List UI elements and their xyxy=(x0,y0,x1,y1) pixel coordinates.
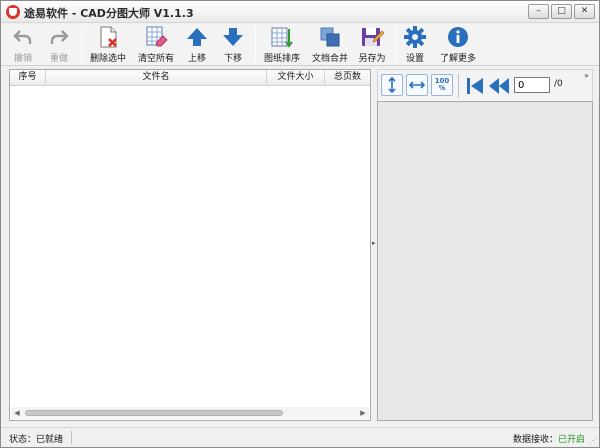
status-text: 状态：已就绪 xyxy=(9,435,64,445)
learn-more-label: 了解更多 xyxy=(439,54,476,64)
preview-area[interactable] xyxy=(377,101,593,421)
column-header-filesize[interactable]: 文件大小 xyxy=(267,70,325,86)
arrow-up-icon xyxy=(187,28,207,46)
app-logo-icon xyxy=(6,5,20,19)
undo-button[interactable]: 撤销 xyxy=(9,24,37,66)
move-up-button[interactable]: 上移 xyxy=(183,24,211,66)
undo-label: 撤销 xyxy=(13,54,32,64)
merge-docs-icon xyxy=(320,27,340,47)
toolbar-divider xyxy=(395,28,396,62)
toolbar-overflow-icon[interactable]: » xyxy=(584,71,589,80)
page-total: /0 xyxy=(554,79,563,89)
undo-icon xyxy=(13,30,32,44)
app-window: 途易软件 - CAD分图大师 V1.1.3 – □ ✕ 撤销 重做 删除选中 清… xyxy=(0,0,600,448)
arrow-down-icon xyxy=(223,28,243,46)
previous-page-icon[interactable] xyxy=(488,76,510,96)
merge-docs-label: 文档合并 xyxy=(311,54,348,64)
fit-height-button[interactable] xyxy=(381,74,403,96)
sort-drawings-label: 图纸排序 xyxy=(263,54,300,64)
move-down-label: 下移 xyxy=(223,54,242,64)
horizontal-scrollbar[interactable]: ◀ ▶ xyxy=(11,407,369,419)
redo-button[interactable]: 重做 xyxy=(45,24,73,66)
scroll-left-icon[interactable]: ◀ xyxy=(13,409,21,417)
resize-grip-icon[interactable]: ⋰ xyxy=(589,436,597,445)
redo-icon xyxy=(50,30,69,44)
gear-icon xyxy=(404,26,426,48)
toolbar-divider xyxy=(255,28,256,62)
fit-width-icon xyxy=(409,81,425,89)
zoom-100-icon: 100 % xyxy=(434,77,450,92)
status-bar: 状态：已就绪 数据接收：已开启 ⋰ xyxy=(1,427,599,447)
panel-splitter[interactable]: ▸ xyxy=(372,69,376,421)
save-as-icon xyxy=(362,28,384,46)
redo-label: 重做 xyxy=(49,54,68,64)
close-button[interactable]: ✕ xyxy=(574,4,595,19)
eraser-table-icon xyxy=(146,26,168,47)
clear-all-label: 清空所有 xyxy=(137,54,174,64)
delete-selected-button[interactable]: 删除选中 xyxy=(87,24,129,66)
delete-file-icon xyxy=(100,26,117,48)
settings-button[interactable]: 设置 xyxy=(401,24,429,66)
maximize-button[interactable]: □ xyxy=(551,4,572,19)
page-number-input[interactable] xyxy=(514,77,550,93)
learn-more-button[interactable]: 了解更多 xyxy=(437,24,479,66)
main-toolbar: 撤销 重做 删除选中 清空所有 上移 下移 图纸排序 文档合并 另存为 设置 了… xyxy=(1,24,599,66)
toolbar-divider xyxy=(81,28,82,62)
data-receive-label: 数据接收： xyxy=(512,435,558,445)
settings-label: 设置 xyxy=(405,54,424,64)
clear-all-button[interactable]: 清空所有 xyxy=(135,24,177,66)
preview-toolbar: 100 % /0 » xyxy=(377,69,593,101)
window-title: 途易软件 - CAD分图大师 V1.1.3 xyxy=(24,7,194,20)
save-as-button[interactable]: 另存为 xyxy=(355,24,389,66)
actual-size-button[interactable]: 100 % xyxy=(431,74,453,96)
scroll-right-icon[interactable]: ▶ xyxy=(359,409,367,417)
table-header: 序号 文件名 文件大小 总页数 xyxy=(10,70,370,86)
first-page-icon[interactable] xyxy=(466,76,484,96)
status-divider xyxy=(71,431,72,444)
move-down-button[interactable]: 下移 xyxy=(219,24,247,66)
title-bar[interactable]: 途易软件 - CAD分图大师 V1.1.3 – □ ✕ xyxy=(1,1,599,23)
info-icon xyxy=(448,27,468,47)
move-up-label: 上移 xyxy=(187,54,206,64)
minimize-button[interactable]: – xyxy=(528,4,549,19)
column-header-filename[interactable]: 文件名 xyxy=(46,70,267,86)
data-receive-value: 已开启 xyxy=(557,435,585,445)
delete-selected-label: 删除选中 xyxy=(89,54,126,64)
preview-toolbar-divider xyxy=(458,74,459,98)
sort-drawings-button[interactable]: 图纸排序 xyxy=(261,24,303,66)
fit-height-icon xyxy=(388,77,396,93)
fit-width-button[interactable] xyxy=(406,74,428,96)
column-header-total-pages[interactable]: 总页数 xyxy=(325,70,370,86)
scrollbar-thumb[interactable] xyxy=(25,410,283,416)
save-as-label: 另存为 xyxy=(358,54,386,64)
splitter-arrow-icon[interactable]: ▸ xyxy=(372,239,376,247)
column-header-index[interactable]: 序号 xyxy=(10,70,46,86)
merge-docs-button[interactable]: 文档合并 xyxy=(309,24,351,66)
sort-table-icon xyxy=(271,27,293,48)
file-list-table[interactable]: 序号 文件名 文件大小 总页数 ◀ ▶ xyxy=(9,69,371,421)
data-receive-status: 数据接收：已开启 xyxy=(513,432,585,445)
